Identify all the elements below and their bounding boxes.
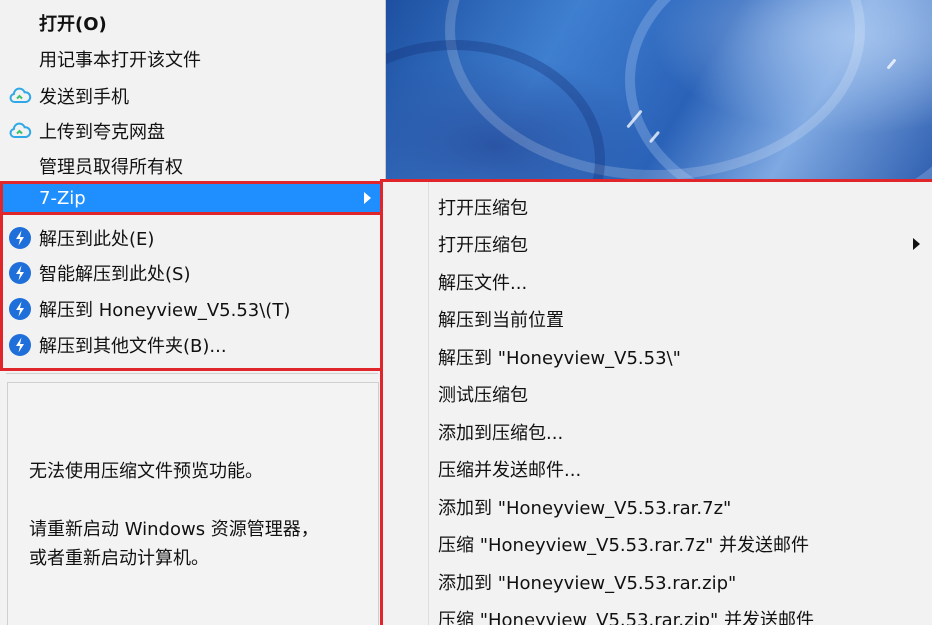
menu-item-label: 上传到夸克网盘 — [39, 122, 165, 143]
menu-item-extract-to-folder[interactable]: 解压到 Honeyview_V5.53\(T) — [0, 292, 384, 326]
submenu-item-add-to-archive[interactable]: 添加到压缩包... — [383, 413, 932, 450]
submenu-item-label: 压缩 "Honeyview_V5.53.rar.zip" 并发送邮件 — [438, 609, 815, 625]
menu-item-label: 解压到其他文件夹(B)... — [39, 336, 227, 357]
cloud-icon — [9, 122, 32, 138]
menu-item-label: 管理员取得所有权 — [39, 157, 183, 178]
menu-item-label: 用记事本打开该文件 — [39, 50, 201, 71]
preview-message: 请重新启动 Windows 资源管理器， — [29, 519, 319, 540]
submenu-item-compress-and-email[interactable]: 压缩并发送邮件... — [383, 450, 932, 487]
extract-icon — [9, 298, 31, 320]
menu-item-label: 智能解压到此处(S) — [39, 264, 191, 285]
extract-icon — [9, 334, 31, 356]
menu-item-open[interactable]: 打开(O) — [0, 6, 384, 40]
submenu-item-compress-7z-and-email[interactable]: 压缩 "Honeyview_V5.53.rar.7z" 并发送邮件 — [383, 525, 932, 562]
submenu-item-open-archive-as[interactable]: 打开压缩包 — [383, 225, 932, 262]
menu-separator — [6, 373, 378, 374]
submenu-item-label: 解压文件... — [438, 272, 528, 294]
submenu-item-label: 添加到 "Honeyview_V5.53.rar.7z" — [438, 497, 732, 519]
desktop-wallpaper — [385, 0, 932, 182]
archive-preview-pane: 无法使用压缩文件预览功能。 请重新启动 Windows 资源管理器， 或者重新启… — [7, 382, 379, 625]
menu-item-label: 发送到手机 — [39, 87, 129, 108]
context-menu: 打开(O) 用记事本打开该文件 发送到手机 上传到夸克网盘 管理员取得所有权 7… — [0, 0, 386, 625]
submenu-item-label: 打开压缩包 — [438, 197, 528, 219]
menu-item-upload-to-quark-drive[interactable]: 上传到夸克网盘 — [0, 114, 384, 148]
cloud-icon — [9, 87, 32, 103]
menu-item-extract-here[interactable]: 解压到此处(E) — [0, 221, 384, 255]
menu-item-label: 打开(O) — [39, 14, 107, 35]
menu-item-open-with-notepad[interactable]: 用记事本打开该文件 — [0, 42, 384, 76]
submenu-item-add-to-zip[interactable]: 添加到 "Honeyview_V5.53.rar.zip" — [383, 563, 932, 600]
submenu-item-label: 测试压缩包 — [438, 384, 528, 406]
submenu-item-open-archive[interactable]: 打开压缩包 — [383, 188, 932, 225]
submenu-item-label: 添加到压缩包... — [438, 422, 564, 444]
menu-item-label: 解压到 Honeyview_V5.53\(T) — [39, 300, 291, 321]
7zip-submenu: 打开压缩包 打开压缩包 解压文件... 解压到当前位置 解压到 "Honeyvi… — [380, 179, 932, 625]
submenu-item-label: 打开压缩包 — [438, 234, 528, 256]
submenu-item-add-to-7z[interactable]: 添加到 "Honeyview_V5.53.rar.7z" — [383, 488, 932, 525]
submenu-item-extract-to-folder[interactable]: 解压到 "Honeyview_V5.53\" — [383, 338, 932, 375]
preview-message: 或者重新启动计算机。 — [29, 548, 209, 569]
preview-message: 无法使用压缩文件预览功能。 — [29, 461, 263, 482]
submenu-item-label: 解压到 "Honeyview_V5.53\" — [438, 347, 681, 369]
extract-icon — [9, 227, 31, 249]
submenu-item-label: 添加到 "Honeyview_V5.53.rar.zip" — [438, 572, 737, 594]
submenu-item-label: 压缩并发送邮件... — [438, 459, 582, 481]
submenu-item-label: 压缩 "Honeyview_V5.53.rar.7z" 并发送邮件 — [438, 534, 810, 556]
submenu-item-extract-here[interactable]: 解压到当前位置 — [383, 300, 932, 337]
wallpaper-swirl — [625, 0, 932, 182]
menu-item-take-ownership[interactable]: 管理员取得所有权 — [0, 149, 384, 183]
menu-item-extract-to-other-folder[interactable]: 解压到其他文件夹(B)... — [0, 328, 384, 362]
submenu-item-test-archive[interactable]: 测试压缩包 — [383, 375, 932, 412]
menu-item-smart-extract-here[interactable]: 智能解压到此处(S) — [0, 256, 384, 290]
menu-item-send-to-phone[interactable]: 发送到手机 — [0, 79, 384, 113]
submenu-item-label: 解压到当前位置 — [438, 309, 564, 331]
menu-item-label: 解压到此处(E) — [39, 229, 155, 250]
submenu-arrow-icon — [913, 237, 920, 250]
extract-icon — [9, 262, 31, 284]
submenu-item-compress-zip-and-email[interactable]: 压缩 "Honeyview_V5.53.rar.zip" 并发送邮件 — [383, 600, 932, 625]
submenu-item-extract-files[interactable]: 解压文件... — [383, 263, 932, 300]
